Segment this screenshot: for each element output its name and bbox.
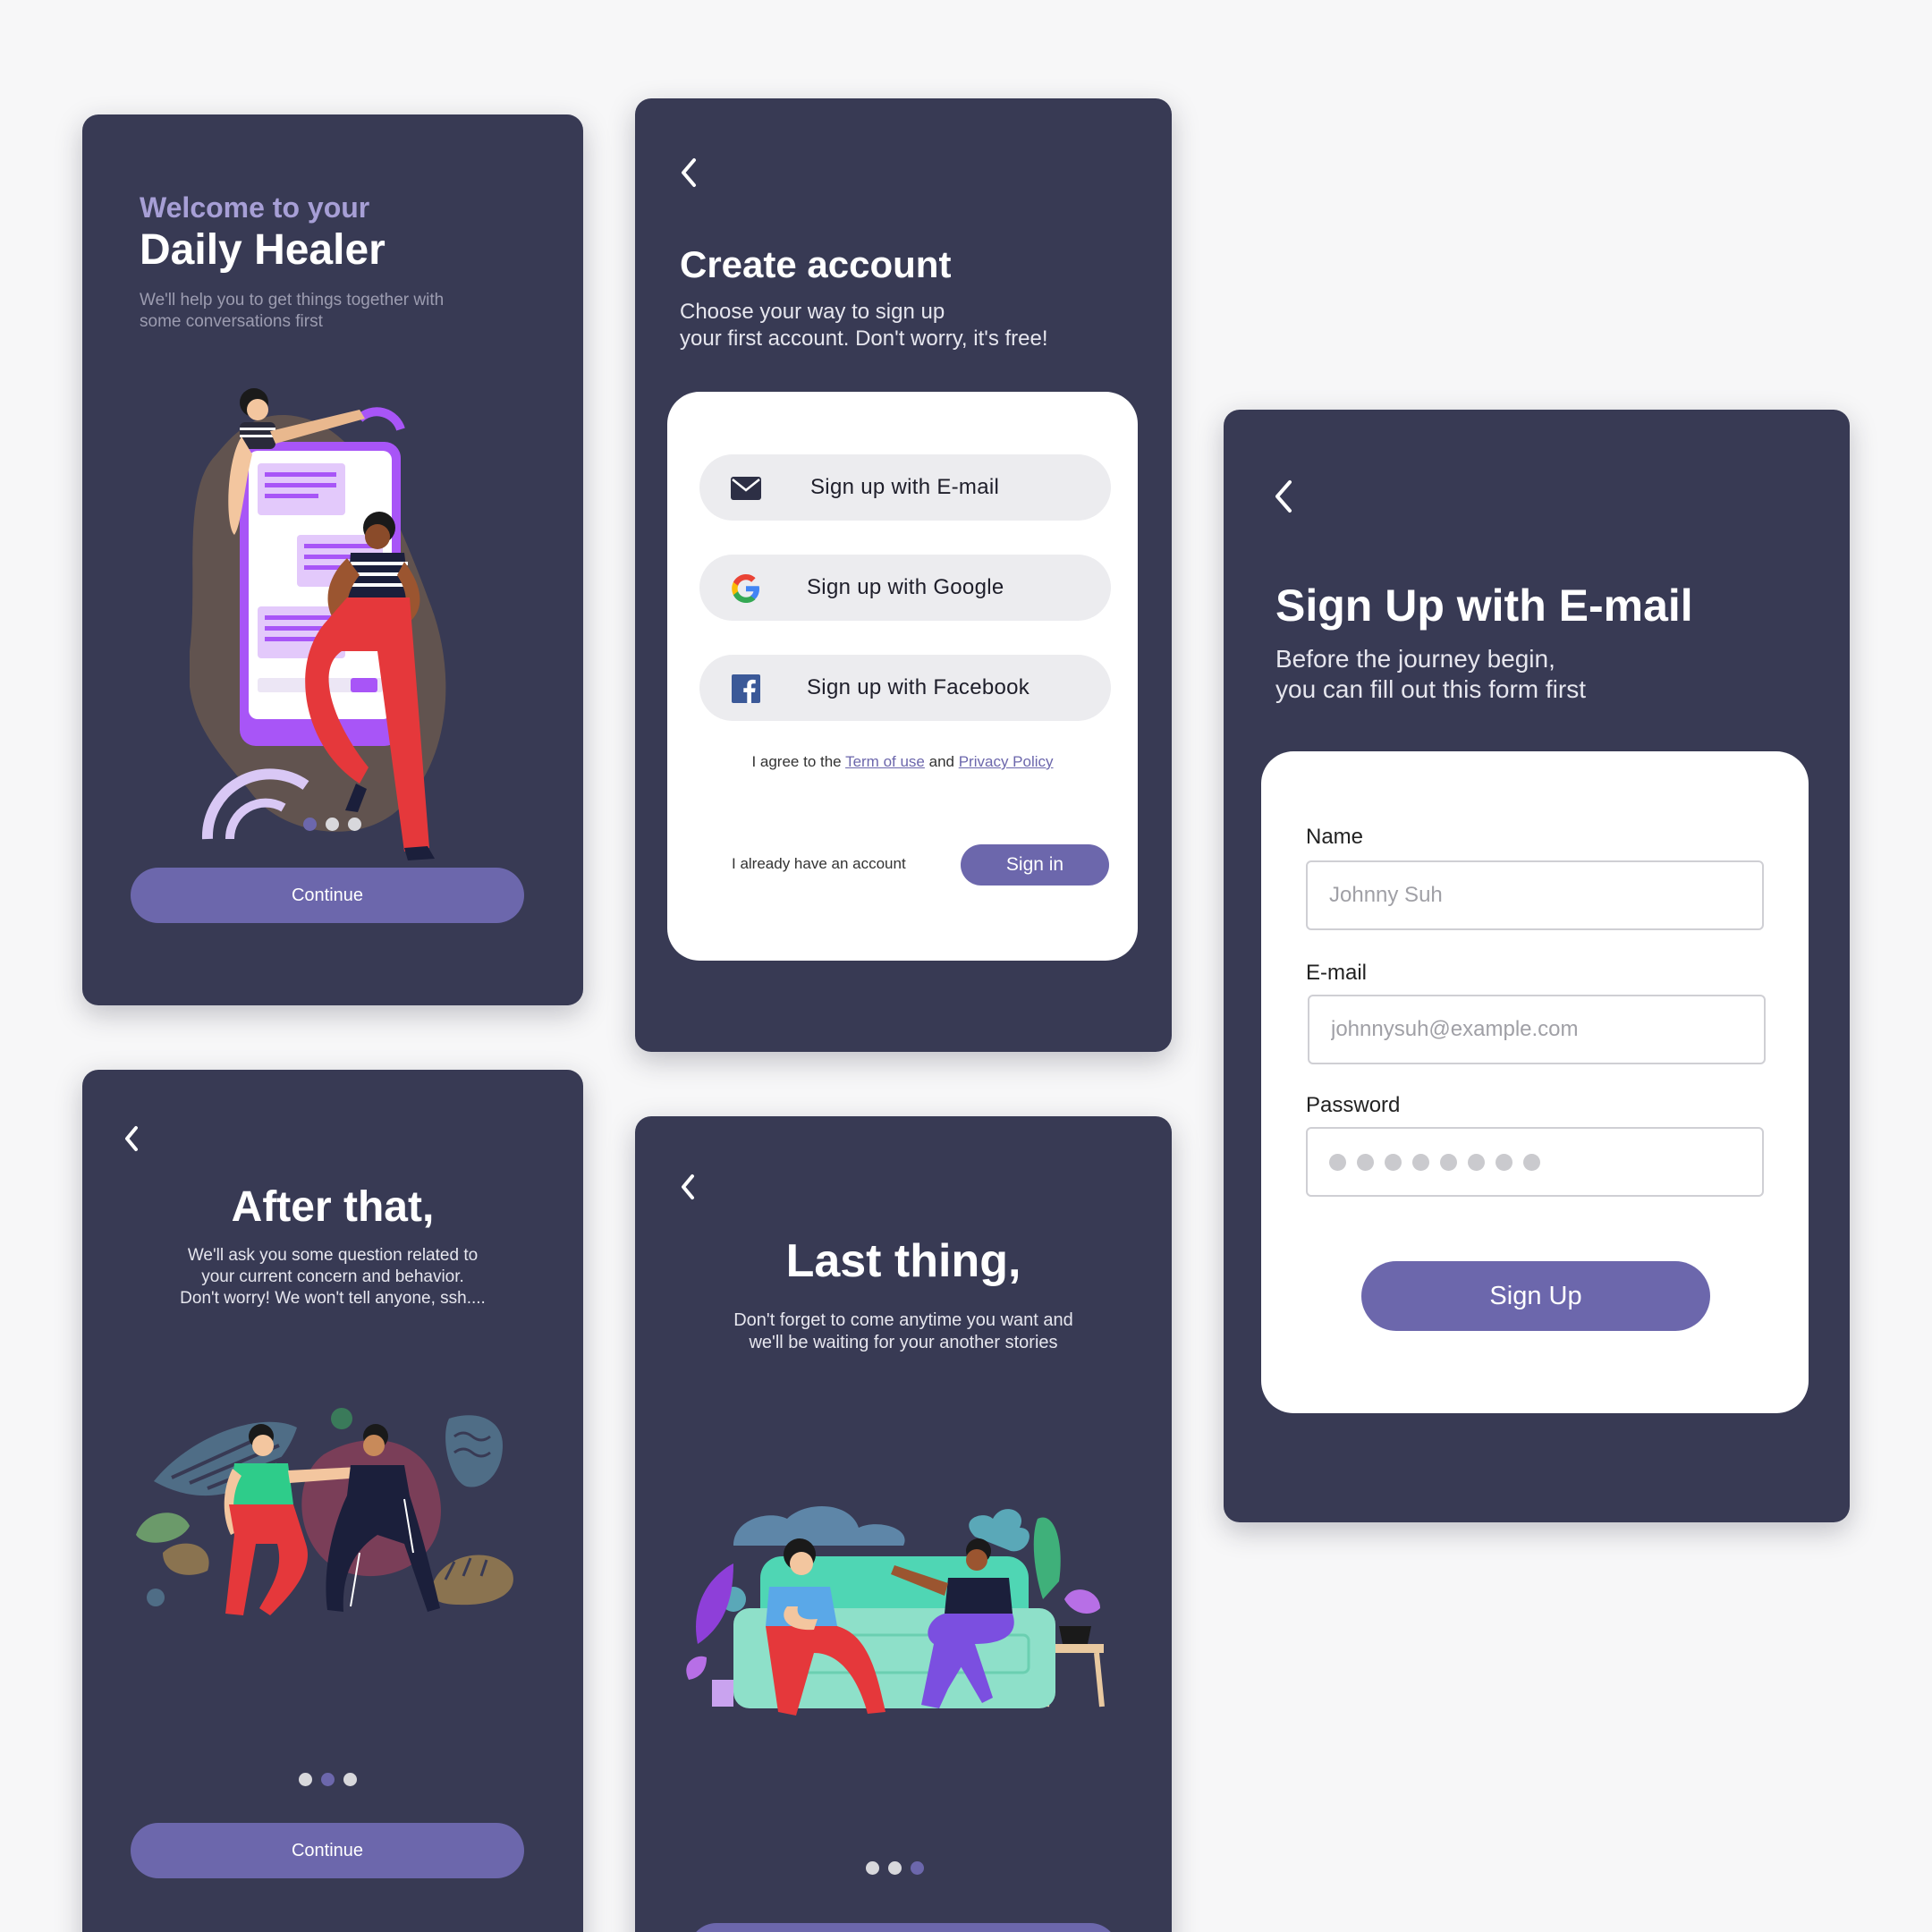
signup-email-screen: Sign Up with E-mail Before the journey b… [1224,410,1850,1522]
continue-button[interactable]: Continue [131,1823,524,1878]
back-chevron-icon[interactable] [680,1174,696,1200]
continue-button[interactable]: Continue [131,868,524,923]
terms-of-use-link[interactable]: Term of use [845,753,925,770]
page-dot-1 [299,1773,312,1786]
signup-email-title: Sign Up with E-mail [1275,580,1693,631]
password-mask [1329,1154,1540,1171]
signup-email-subtitle: Before the journey begin, you can fill o… [1275,645,1587,703]
welcome-page-indicator [303,818,361,831]
page-dot-2 [888,1861,902,1875]
privacy-policy-link[interactable]: Privacy Policy [959,753,1054,770]
last-thing-illustration [686,1506,1105,1716]
password-label: Password [1306,1093,1401,1117]
page-dot-3 [348,818,361,831]
google-icon [730,572,762,605]
facebook-icon [730,673,762,705]
email-field[interactable] [1308,995,1766,1064]
welcome-subtitle: We'll help you to get things together wi… [140,291,445,331]
last-thing-page-indicator [866,1861,924,1875]
welcome-screen: Welcome to your Daily Healer We'll help … [82,114,583,1005]
mail-icon [730,472,762,504]
back-chevron-icon[interactable] [1274,479,1293,513]
after-that-illustration [136,1408,513,1615]
signup-email-button[interactable]: Sign up with E-mail [699,454,1111,521]
signup-options-panel: Sign up with E-mail Sign up with Google … [667,392,1138,961]
back-chevron-icon[interactable] [680,157,698,188]
back-chevron-icon[interactable] [123,1125,140,1152]
last-thing-title: Last thing, [785,1235,1021,1287]
page-dot-1 [303,818,317,831]
page-dot-3 [911,1861,924,1875]
signup-form-panel: Name E-mail Password Sign Up [1261,751,1809,1413]
page-dot-2 [326,818,339,831]
page-dot-1 [866,1861,879,1875]
signup-google-button[interactable]: Sign up with Google [699,555,1111,621]
have-account-text: I already have an account [732,855,906,872]
create-account-screen: Create account Choose your way to sign u… [635,98,1172,1052]
sign-in-button[interactable]: Sign in [961,844,1109,886]
terms-agreement: I agree to the Term of use and Privacy P… [751,753,1054,770]
page-dot-3 [343,1773,357,1786]
after-that-description: We'll ask you some question related to y… [180,1246,486,1308]
email-label: E-mail [1306,961,1368,985]
password-field[interactable] [1306,1127,1764,1197]
last-thing-description: Don't forget to come anytime you want an… [733,1310,1073,1352]
after-that-page-indicator [299,1773,357,1786]
continue-button[interactable] [689,1923,1118,1932]
sign-up-button[interactable]: Sign Up [1361,1261,1710,1331]
create-account-subtitle: Choose your way to sign up your first ac… [680,300,1048,351]
after-that-screen: After that, We'll ask you some question … [82,1070,583,1932]
signup-facebook-button[interactable]: Sign up with Facebook [699,655,1111,721]
welcome-kicker: Welcome to your [140,191,370,224]
name-label: Name [1306,825,1364,849]
page-dot-2 [321,1773,335,1786]
create-account-title: Create account [680,243,952,285]
after-that-title: After that, [231,1183,435,1231]
welcome-title: Daily Healer [140,226,386,274]
last-thing-screen: Last thing, Don't forget to come anytime… [635,1116,1172,1932]
name-field[interactable] [1306,860,1764,930]
